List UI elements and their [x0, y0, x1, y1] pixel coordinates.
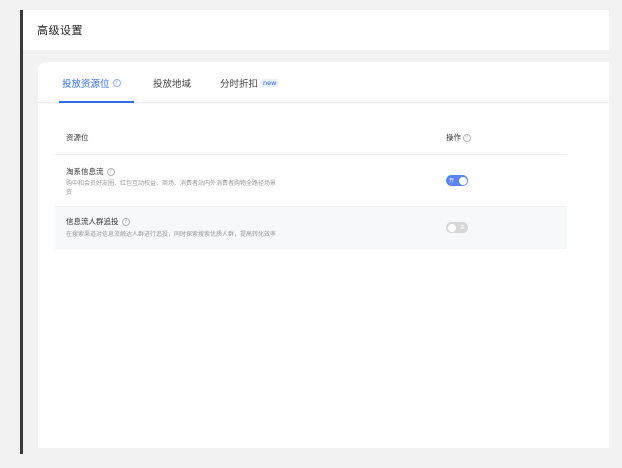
settings-card: 投放资源位 ? 投放地域 分时折扣 new 资源位 操作 ? 淘系信息流 ? 购…: [38, 62, 609, 448]
tab-time-discount[interactable]: 分时折扣 new: [220, 76, 279, 90]
resource-table: 资源位 操作 ? 淘系信息流 ? 购中和会员好友圈、红包互动权益、商场、消费者站…: [55, 119, 567, 249]
row-title: 信息流人群追投 ?: [66, 216, 130, 227]
tab-label: 分时折扣: [220, 79, 259, 90]
toggle-knob: [447, 223, 456, 232]
active-tab-indicator: [59, 101, 134, 103]
table-header: 资源位 操作 ?: [55, 119, 567, 155]
table-row: 信息流人群追投 ? 在搜索渠道对信息流触达人群进行追投，同时探索搜索优质人群，提…: [55, 207, 567, 249]
toggle-knob: [458, 176, 467, 185]
tab-placement-region[interactable]: 投放地域: [153, 76, 191, 90]
tab-bar: 投放资源位 ? 投放地域 分时折扣 new: [38, 62, 609, 103]
placement-toggle[interactable]: 关: [446, 222, 468, 233]
column-header-action: 操作 ?: [446, 132, 471, 143]
tab-placement-resources[interactable]: 投放资源位 ?: [62, 76, 121, 90]
question-circle-icon[interactable]: ?: [112, 79, 121, 87]
left-edge-bar: [20, 10, 23, 454]
question-circle-icon[interactable]: ?: [121, 217, 130, 226]
question-circle-icon[interactable]: ?: [106, 167, 115, 176]
row-title: 淘系信息流 ?: [66, 166, 115, 177]
tab-label: 投放地域: [153, 79, 192, 90]
new-badge: new: [261, 79, 279, 87]
placement-toggle[interactable]: 开: [446, 175, 468, 186]
page-title: 高级设置: [37, 24, 83, 37]
row-description: 购中和会员好友圈、红包互动权益、商场、消费者站内外消费者购物全路径场景 资: [66, 180, 277, 196]
row-description: 在搜索渠道对信息流触达人群进行追投，同时探索搜索优质人群，提高转化效率: [66, 231, 277, 238]
column-header-resource: 资源位: [66, 133, 89, 142]
table-row: 淘系信息流 ? 购中和会员好友圈、红包互动权益、商场、消费者站内外消费者购物全路…: [55, 155, 567, 207]
question-circle-icon[interactable]: ?: [463, 133, 471, 142]
tab-label: 投放资源位: [62, 79, 110, 90]
page-header: 高级设置: [23, 10, 609, 50]
